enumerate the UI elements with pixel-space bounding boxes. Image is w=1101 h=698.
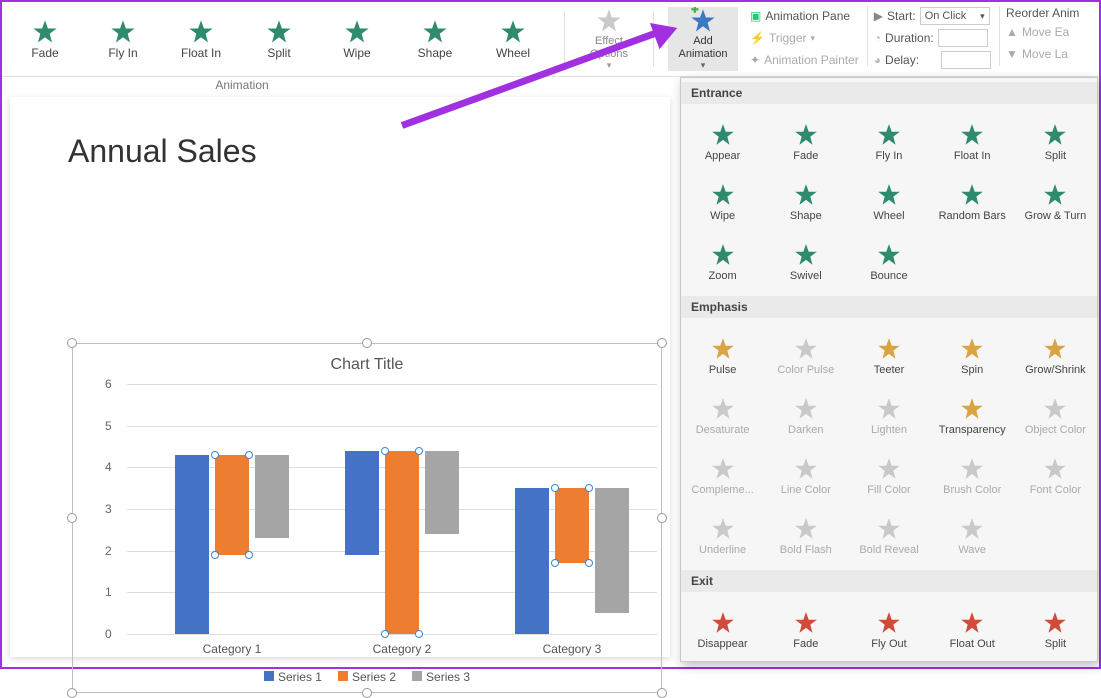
y-tick: 1 [105,585,112,599]
anim-option-split[interactable]: Split [1014,104,1097,164]
anim-option-underline: Underline [681,498,764,558]
anim-option-transparency[interactable]: Transparency [931,378,1014,438]
y-tick: 5 [105,419,112,433]
anim-option-bold-flash: Bold Flash [764,498,847,558]
slide-canvas[interactable]: Annual Sales Chart Title 0123456Category… [10,97,670,657]
anim-option-wipe[interactable]: Wipe [681,652,764,662]
anim-option-shrink-tu-[interactable]: Shrink & Tu... [1014,652,1097,662]
anim-option-fly-out[interactable]: Fly Out [847,592,930,652]
anim-option-fly-in[interactable]: Fly In [847,104,930,164]
add-animation-button[interactable]: Add Animation ▾ [668,7,738,70]
bar-series3[interactable] [255,455,289,538]
anim-option-color-pulse: Color Pulse [764,318,847,378]
bar-series3[interactable] [595,488,629,613]
ribbon-anim-wipe[interactable]: Wipe [320,18,394,60]
dropdown-section-emphasis: Emphasis [681,296,1097,318]
anim-option-shape[interactable]: Shape [764,164,847,224]
ribbon-anim-split[interactable]: Split [242,18,316,60]
duration-label: Duration: [885,31,934,45]
bar-series2[interactable] [385,451,419,634]
anim-option-float-in[interactable]: Float In [931,104,1014,164]
add-animation-dropdown[interactable]: EntranceAppearFadeFly InFloat InSplitWip… [680,77,1098,662]
chart-title[interactable]: Chart Title [73,356,661,374]
duration-input[interactable] [938,29,988,47]
trigger-button[interactable]: ⚡Trigger▾ [750,28,859,48]
anim-option-random-bars[interactable]: Random Bars [931,164,1014,224]
anim-option-shape[interactable]: Shape [764,652,847,662]
anim-option-bold-reveal: Bold Reveal [847,498,930,558]
anim-option-font-color: Font Color [1014,438,1097,498]
bar-series1[interactable] [515,488,549,634]
y-tick: 2 [105,544,112,558]
delay-label: Delay: [885,53,919,67]
anim-option-line-color: Line Color [764,438,847,498]
bar-series2[interactable] [555,488,589,563]
animation-painter-button[interactable]: ✦Animation Painter [750,50,859,70]
ribbon-animation-gallery: FadeFly InFloat InSplitWipeShapeWheel Ef… [2,2,744,76]
anim-option-bounce[interactable]: Bounce [847,224,930,284]
dropdown-section-entrance: Entrance [681,82,1097,104]
bar-series3[interactable] [425,451,459,534]
anim-option-desaturate: Desaturate [681,378,764,438]
anim-option-wheel[interactable]: Wheel [847,164,930,224]
anim-option-float-out[interactable]: Float Out [931,592,1014,652]
anim-option-fill-color: Fill Color [847,438,930,498]
dropdown-section-exit: Exit [681,570,1097,592]
anim-option-brush-color: Brush Color [931,438,1014,498]
anim-option-compleme-: Compleme... [681,438,764,498]
bar-series1[interactable] [345,451,379,555]
x-tick: Category 3 [497,642,647,656]
ribbon-section-label: Animation [2,78,482,92]
anim-option-lighten: Lighten [847,378,930,438]
anim-option-wave: Wave [931,498,1014,558]
animations-ribbon: FadeFly InFloat InSplitWipeShapeWheel Ef… [2,2,1099,77]
start-dropdown[interactable]: On Click ▾ [920,7,990,25]
anim-option-wheel[interactable]: Wheel [847,652,930,662]
y-tick: 4 [105,460,112,474]
move-later-button[interactable]: ▼ Move La [1006,44,1079,64]
anim-option-swivel[interactable]: Swivel [764,224,847,284]
ribbon-anim-fly-in[interactable]: Fly In [86,18,160,60]
anim-option-fade[interactable]: Fade [764,104,847,164]
y-tick: 0 [105,627,112,641]
chart-legend[interactable]: Series 1 Series 2 Series 3 [73,670,661,684]
anim-option-darken: Darken [764,378,847,438]
ribbon-advanced-timing: ▣Animation Pane ⚡Trigger▾ ✦Animation Pai… [744,2,1099,76]
anim-option-spin[interactable]: Spin [931,318,1014,378]
bar-series1[interactable] [175,455,209,634]
start-label: Start: [887,9,916,23]
slide-title[interactable]: Annual Sales [10,97,670,170]
reorder-label: Reorder Anim [1006,6,1079,20]
anim-option-wipe[interactable]: Wipe [681,164,764,224]
chart-plot-area[interactable]: 0123456Category 1Category 2Category 3 [127,384,657,634]
y-tick: 3 [105,502,112,516]
delay-input[interactable] [941,51,991,69]
anim-option-grow-shrink[interactable]: Grow/Shrink [1014,318,1097,378]
anim-option-object-color: Object Color [1014,378,1097,438]
y-tick: 6 [105,377,112,391]
anim-option-fade[interactable]: Fade [764,592,847,652]
anim-option-zoom[interactable]: Zoom [681,224,764,284]
anim-option-teeter[interactable]: Teeter [847,318,930,378]
ribbon-anim-float-in[interactable]: Float In [164,18,238,60]
animation-pane-button[interactable]: ▣Animation Pane [750,6,859,26]
anim-option-random-bars[interactable]: Random Bars [931,652,1014,662]
ribbon-anim-fade[interactable]: Fade [8,18,82,60]
chart-object[interactable]: Chart Title 0123456Category 1Category 2C… [72,343,662,693]
ribbon-anim-shape[interactable]: Shape [398,18,472,60]
anim-option-disappear[interactable]: Disappear [681,592,764,652]
move-earlier-button[interactable]: ▲ Move Ea [1006,22,1079,42]
anim-option-pulse[interactable]: Pulse [681,318,764,378]
ribbon-anim-wheel[interactable]: Wheel [476,18,550,60]
anim-option-split[interactable]: Split [1014,592,1097,652]
bar-series2[interactable] [215,455,249,555]
anim-option-appear[interactable]: Appear [681,104,764,164]
anim-option-grow-turn[interactable]: Grow & Turn [1014,164,1097,224]
x-tick: Category 2 [327,642,477,656]
x-tick: Category 1 [157,642,307,656]
effect-options-button[interactable]: Effect Options ▾ [579,7,639,70]
